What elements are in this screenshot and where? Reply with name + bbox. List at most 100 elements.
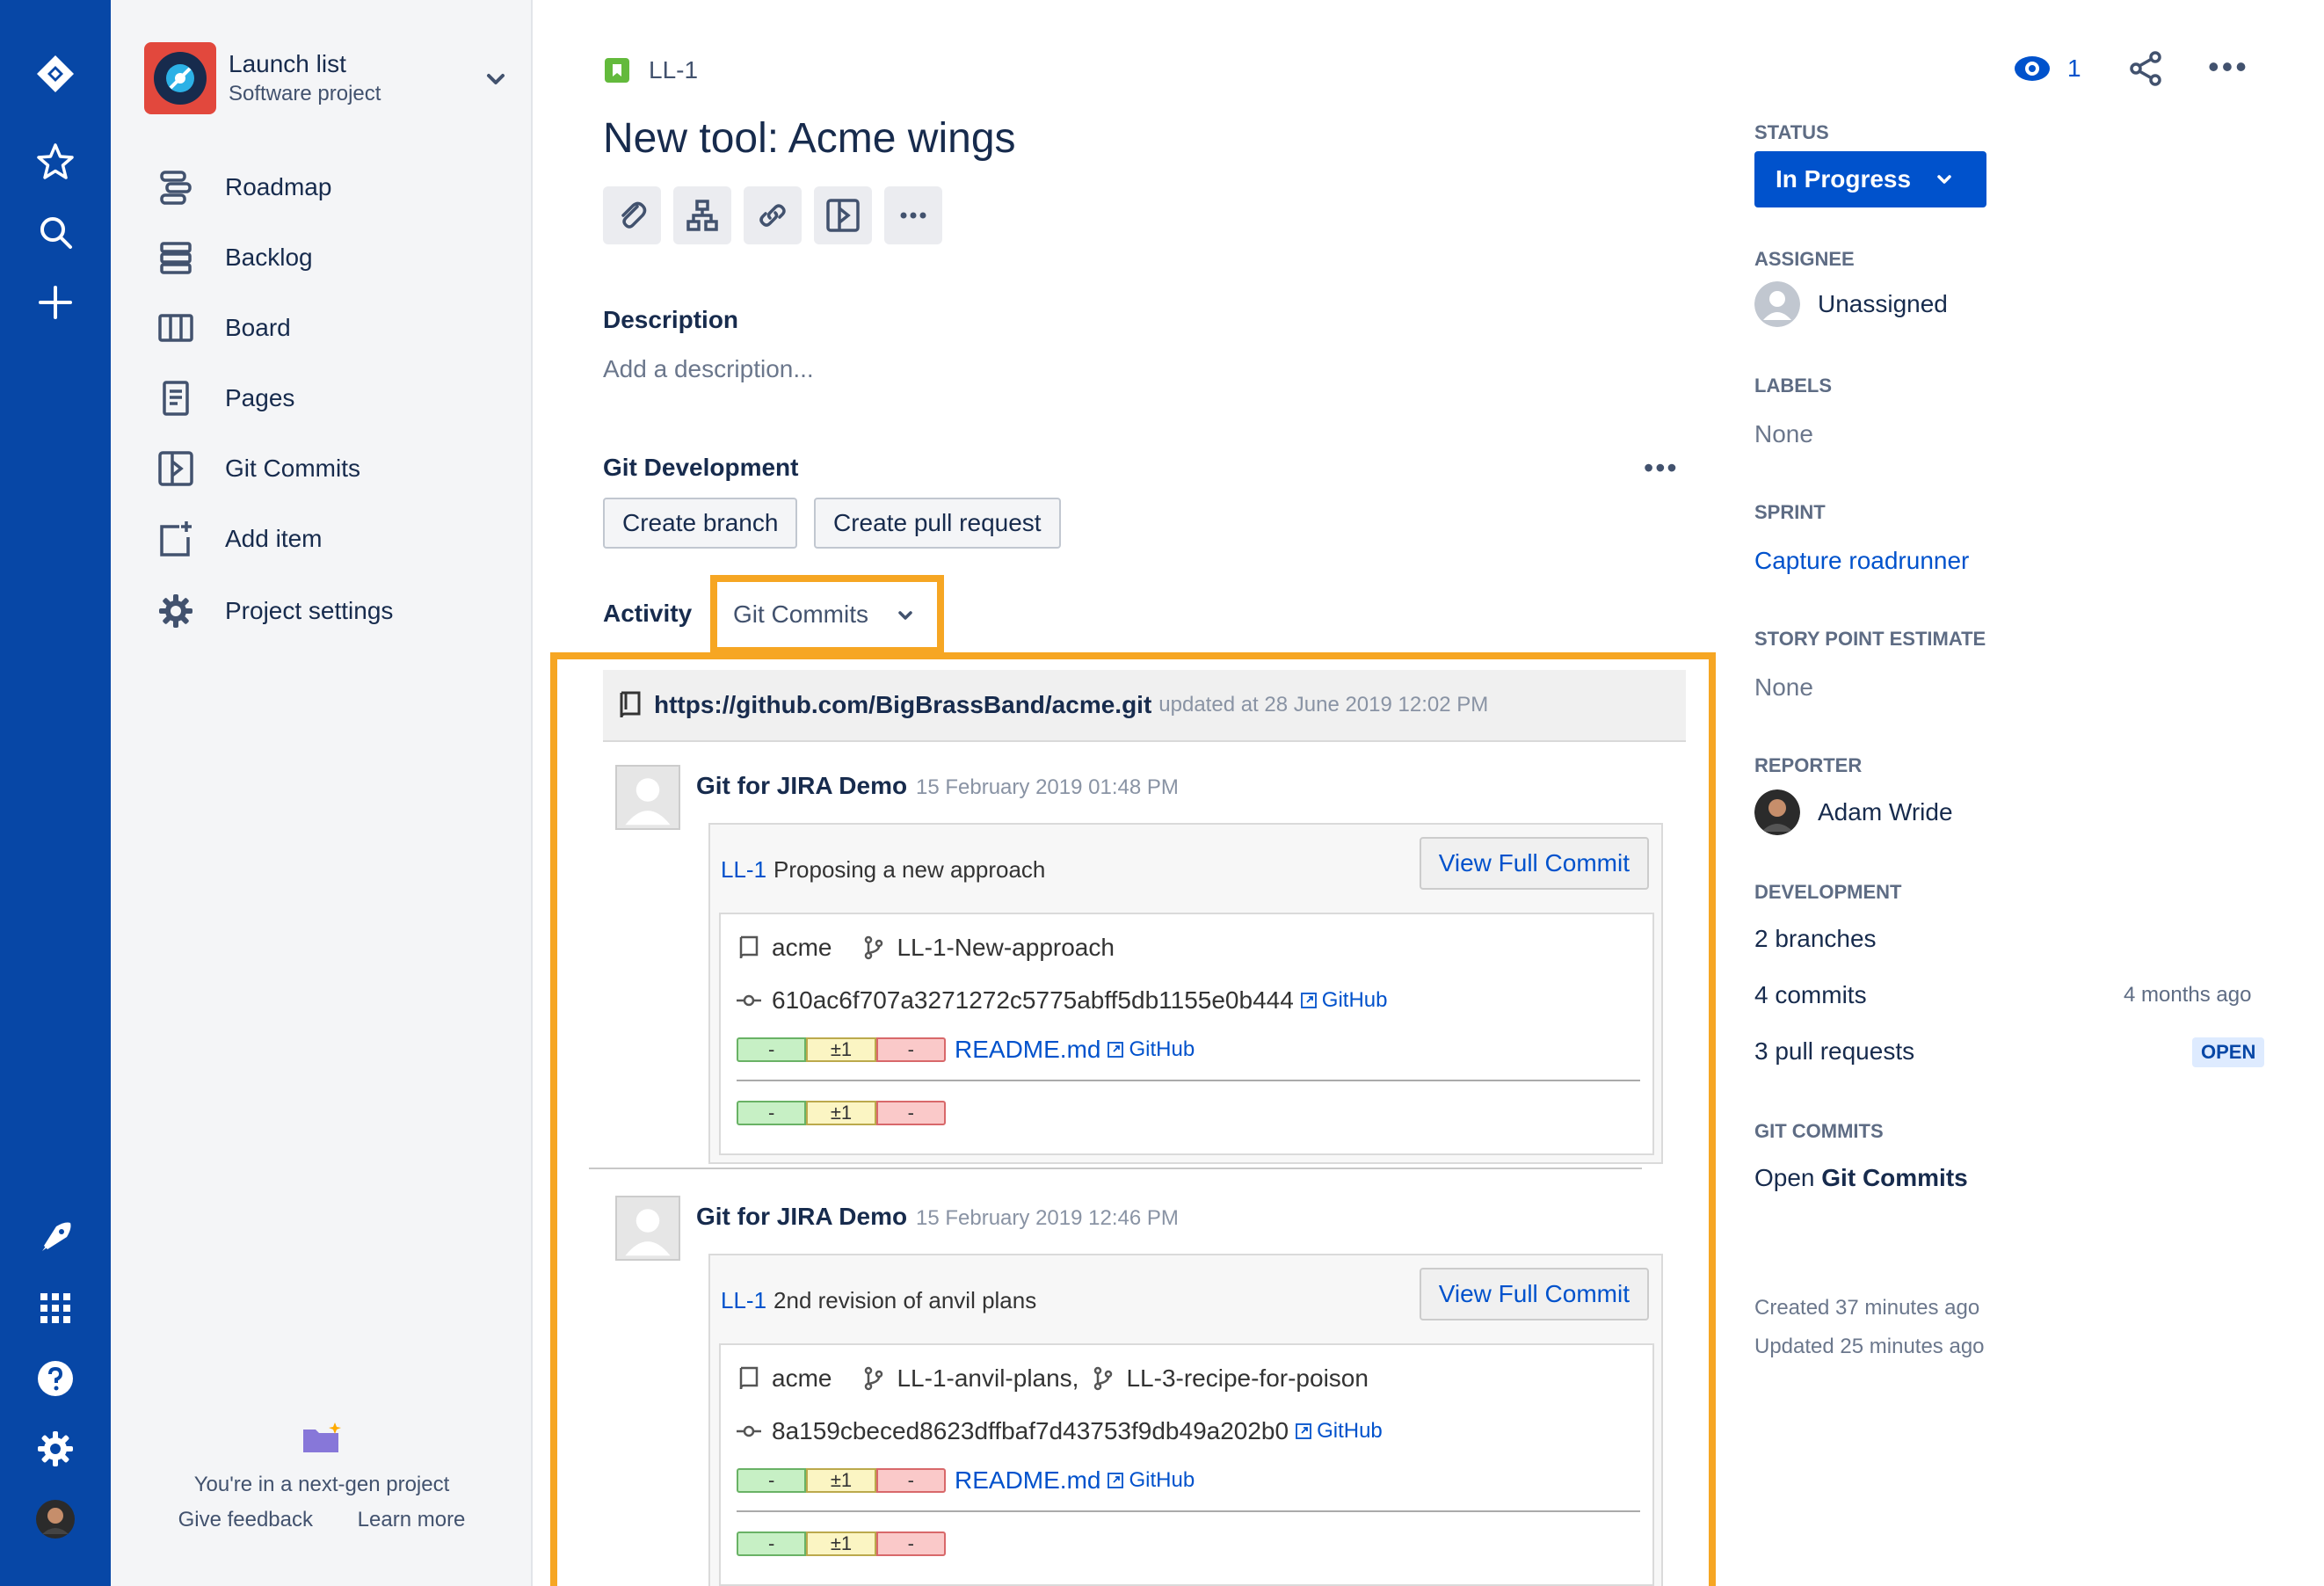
- divider: [737, 1510, 1640, 1512]
- open-git-commits-link[interactable]: Open Git Commits: [1754, 1164, 1968, 1192]
- git-commits-icon: [158, 451, 193, 486]
- project-name: Launch list: [229, 50, 346, 77]
- assignee-field[interactable]: Unassigned: [1754, 281, 1948, 327]
- plus-icon[interactable]: [0, 276, 111, 329]
- give-feedback-link[interactable]: Give feedback: [178, 1508, 313, 1531]
- user-avatar[interactable]: [0, 1493, 111, 1546]
- project-switcher[interactable]: Launch list Software project: [144, 40, 513, 116]
- commit-details: acme LL-1-New-approach 610ac6f707a327127…: [719, 913, 1654, 1155]
- github-link[interactable]: GitHub: [1300, 988, 1388, 1013]
- git-commits-icon: [826, 199, 860, 232]
- more-actions-icon[interactable]: •••: [2208, 51, 2249, 83]
- branch-name[interactable]: LL-3-recipe-for-poison: [1126, 1364, 1368, 1393]
- sidebar-item-pages[interactable]: Pages: [156, 367, 508, 429]
- sidebar-item-label: Roadmap: [225, 173, 332, 200]
- search-icon[interactable]: [0, 206, 111, 258]
- issue-link[interactable]: LL-1: [721, 1287, 766, 1313]
- commit-entry: Git for JIRA Demo 15 February 2019 12:46…: [603, 1180, 1686, 1586]
- commit-entry: Git for JIRA Demo 15 February 2019 01:48…: [603, 749, 1686, 1180]
- more-tools-button[interactable]: [884, 186, 942, 244]
- create-pull-request-button[interactable]: Create pull request: [814, 498, 1061, 549]
- status-label: STATUS: [1754, 121, 1829, 143]
- create-branch-button[interactable]: Create branch: [603, 498, 798, 549]
- sidebar-item-git-commits[interactable]: Git Commits: [156, 438, 508, 499]
- activity-filter-dropdown[interactable]: Git Commits: [710, 575, 944, 654]
- description-heading: Description: [603, 306, 739, 333]
- description-field[interactable]: Add a description...: [603, 355, 814, 383]
- sprint-label: SPRINT: [1754, 501, 1826, 523]
- chevron-down-icon[interactable]: [478, 62, 513, 97]
- view-full-commit-button[interactable]: View Full Commit: [1419, 1268, 1649, 1320]
- commit-hash[interactable]: 8a159cbeced8623dffbaf7d43753f9db49a202b0: [772, 1417, 1289, 1445]
- file-link[interactable]: README.md: [955, 1036, 1100, 1064]
- repository-icon: [620, 691, 641, 718]
- development-label: DEVELOPMENT: [1754, 881, 1902, 903]
- issue-key-link[interactable]: LL-1: [649, 56, 698, 84]
- ellipsis-icon: [900, 212, 926, 219]
- project-type: Software project: [229, 82, 381, 105]
- sidebar-item-add-item[interactable]: Add item: [156, 508, 508, 570]
- sidebar-item-backlog[interactable]: Backlog: [156, 227, 508, 288]
- commits-link[interactable]: 4 commits: [1754, 981, 1867, 1009]
- eye-icon: [2015, 56, 2050, 81]
- updated-time: Updated 25 minutes ago: [1754, 1335, 1985, 1358]
- file-link[interactable]: README.md: [955, 1466, 1100, 1495]
- status-dropdown[interactable]: In Progress: [1754, 151, 1986, 207]
- sprint-link[interactable]: Capture roadrunner: [1754, 547, 1969, 575]
- github-link[interactable]: GitHub: [1296, 1419, 1383, 1444]
- sidebar-item-project-settings[interactable]: Project settings: [156, 580, 508, 642]
- divider: [737, 1080, 1640, 1081]
- learn-more-link[interactable]: Learn more: [358, 1508, 466, 1531]
- reporter-label: REPORTER: [1754, 754, 1863, 776]
- story-point-value[interactable]: None: [1754, 673, 1813, 702]
- issue-link[interactable]: LL-1: [721, 856, 766, 883]
- commit-hash[interactable]: 610ac6f707a3271272c5775abff5db1155e0b444: [772, 986, 1294, 1015]
- commit-author: Git for JIRA Demo: [696, 772, 908, 799]
- story-point-label: STORY POINT ESTIMATE: [1754, 628, 1986, 650]
- project-sidebar: Launch list Software project Roadmap Bac…: [111, 0, 533, 1586]
- external-link-icon: [1296, 1423, 1311, 1439]
- breadcrumb: LL-1: [605, 53, 698, 88]
- attach-button[interactable]: [603, 186, 661, 244]
- sidebar-item-label: Git Commits: [225, 455, 360, 482]
- commit-message-text: Proposing a new approach: [773, 856, 1046, 883]
- branch-name[interactable]: LL-1-anvil-plans,: [897, 1364, 1078, 1393]
- git-commits-button[interactable]: [814, 186, 872, 244]
- next-gen-notice: You're in a next-gen project Give feedba…: [111, 1421, 533, 1532]
- github-link[interactable]: GitHub: [1108, 1468, 1195, 1493]
- child-issue-button[interactable]: [673, 186, 731, 244]
- app-switcher-icon[interactable]: [0, 1282, 111, 1335]
- chevron-down-icon: [898, 611, 912, 620]
- star-icon[interactable]: [0, 135, 111, 188]
- sidebar-item-board[interactable]: Board: [156, 297, 508, 359]
- github-link[interactable]: GitHub: [1108, 1037, 1195, 1062]
- link-issue-button[interactable]: [744, 186, 802, 244]
- reporter-value: Adam Wride: [1818, 798, 1953, 826]
- reporter-field[interactable]: Adam Wride: [1754, 789, 1953, 835]
- view-full-commit-button[interactable]: View Full Commit: [1419, 837, 1649, 890]
- issue-title[interactable]: New tool: Acme wings: [603, 114, 1016, 163]
- total-diff-stats: - ±1-: [737, 1101, 946, 1125]
- branches-link[interactable]: 2 branches: [1754, 925, 1877, 953]
- repository-url[interactable]: https://github.com/BigBrassBand/acme.git: [654, 691, 1151, 719]
- repository-name[interactable]: acme: [772, 1364, 832, 1393]
- sidebar-item-label: Add item: [225, 525, 323, 552]
- jira-logo-icon[interactable]: [0, 47, 111, 100]
- pull-requests-link[interactable]: 3 pull requests: [1754, 1037, 1914, 1066]
- repository-name[interactable]: acme: [772, 934, 832, 962]
- share-icon[interactable]: [2127, 49, 2166, 88]
- file-diff-stats: - ±1-: [737, 1037, 946, 1062]
- commit-author: Git for JIRA Demo: [696, 1203, 908, 1230]
- labels-value[interactable]: None: [1754, 420, 1813, 448]
- watcher-count: 1: [2067, 55, 2081, 82]
- status-value: In Progress: [1776, 165, 1912, 193]
- watch-button[interactable]: 1: [2013, 53, 2081, 84]
- branch-name[interactable]: LL-1-New-approach: [897, 934, 1114, 962]
- settings-gear-icon[interactable]: [0, 1422, 111, 1475]
- sidebar-item-roadmap[interactable]: Roadmap: [156, 156, 508, 218]
- rocket-icon[interactable]: [0, 1211, 111, 1264]
- created-time: Created 37 minutes ago: [1754, 1296, 1980, 1320]
- external-link-icon: [1108, 1042, 1124, 1058]
- help-icon[interactable]: [0, 1352, 111, 1405]
- git-development-more-icon[interactable]: •••: [1644, 452, 1679, 484]
